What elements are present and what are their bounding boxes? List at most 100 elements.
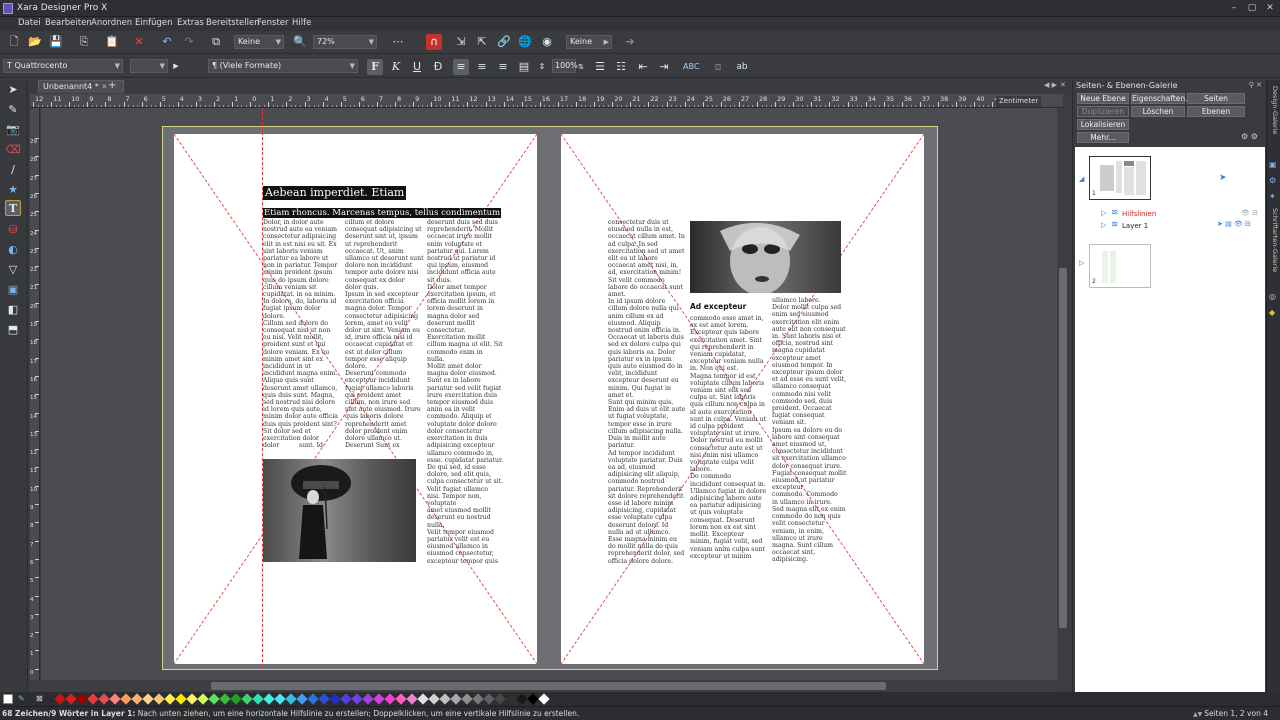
horizontal-scroll-thumb[interactable] — [211, 682, 886, 690]
undo-icon[interactable]: ↶ — [159, 34, 175, 50]
color-swatch[interactable] — [76, 693, 88, 705]
duplicate-button[interactable]: Duplizieren — [1077, 106, 1129, 117]
color-swatch[interactable] — [527, 693, 539, 705]
color-swatch[interactable] — [153, 693, 165, 705]
tab-scroll-icon[interactable]: ◀ ▶ — [1044, 81, 1057, 89]
maximize-button[interactable]: ▢ — [1246, 3, 1258, 13]
layer-edit-icon[interactable]: ➤ ▤ 👁 ⊟ — [1217, 220, 1251, 228]
arrow-right-icon[interactable]: ➜ — [622, 34, 638, 50]
open-folder-icon[interactable]: 📂 — [27, 34, 43, 50]
transform-icon[interactable]: ⧉ — [208, 34, 224, 50]
brush-tool-icon[interactable]: ∕ — [5, 162, 21, 178]
vertical-guideline[interactable] — [262, 108, 263, 667]
color-swatch[interactable] — [417, 693, 429, 705]
document-canvas[interactable]: Aebean imperdiet. Etiam Etiam rhoncus. M… — [41, 108, 1057, 680]
paste-icon[interactable]: 📋 — [104, 34, 120, 50]
scale-field[interactable]: 100% — [552, 59, 578, 73]
color-swatch[interactable] — [54, 693, 66, 705]
properties-button[interactable]: Eigenschaften.. — [1131, 93, 1190, 104]
color-swatch[interactable] — [538, 693, 550, 705]
color-swatch[interactable] — [285, 693, 297, 705]
masked-woman-photo[interactable] — [690, 221, 841, 293]
pages-button[interactable]: Seiten — [1187, 93, 1245, 104]
right-text-column-3[interactable]: ullamco labore. Dolor mollit culpa sed e… — [772, 297, 852, 565]
spellcheck-icon[interactable]: ABC — [683, 59, 699, 75]
transparency-tool-icon[interactable]: ◐ — [5, 242, 21, 258]
eyedropper-icon[interactable]: ⊠ — [36, 694, 43, 703]
color-swatch[interactable] — [65, 693, 77, 705]
copy-icon[interactable]: ⎘ — [76, 34, 92, 50]
align-center-icon[interactable]: ≡ — [474, 59, 490, 75]
color-swatch[interactable] — [362, 693, 374, 705]
menu-anordnen[interactable]: Anordnen — [91, 18, 132, 28]
gallery-options-icon[interactable]: ⚙ ⚙ — [1241, 132, 1258, 141]
page-nav-icon[interactable]: ▲▼ — [1193, 711, 1204, 718]
text-tool-icon[interactable]: T — [5, 200, 21, 216]
color-swatch[interactable] — [274, 693, 286, 705]
horizontal-scrollbar[interactable] — [41, 680, 1057, 692]
shadow-tool-icon[interactable]: ▣ — [5, 282, 21, 298]
color-swatch[interactable] — [252, 693, 264, 705]
align-left-icon[interactable]: ≡ — [453, 59, 469, 75]
web-icon[interactable]: 🌐 — [517, 34, 533, 50]
camera-tool-icon[interactable]: 📷 — [5, 122, 21, 138]
collapse-triangle-icon[interactable]: ◢ — [1079, 175, 1084, 183]
close-doc-icon[interactable]: ✕ — [1060, 81, 1066, 89]
color-swatch[interactable] — [131, 693, 143, 705]
gallery-close-icon[interactable]: ⚲ ✕ — [1249, 81, 1262, 89]
vertical-ruler[interactable]: 29 28 27 26 25 24 23 22 21 20 19 18 17 16 15 14 13 12 11 10… — [30, 108, 40, 680]
left-text-column-1[interactable]: Dolor, in dolor aute nostrud aute ea ven… — [263, 219, 343, 459]
menu-bereitstellen[interactable]: Bereitstellen — [206, 18, 260, 28]
text-wrap-icon[interactable]: ⧈ — [710, 59, 726, 75]
color-swatch[interactable] — [87, 693, 99, 705]
color-swatch[interactable] — [142, 693, 154, 705]
gallery-icon[interactable]: ⚙ — [1269, 176, 1276, 185]
preview-icon[interactable]: ◉ — [539, 34, 555, 50]
visibility-eye-icon[interactable]: 👁 ⊟ — [1241, 209, 1258, 217]
feather-combo[interactable]: Keine ▶ — [566, 35, 612, 49]
ruler-unit-label[interactable]: Zentimeter — [996, 96, 1042, 107]
more-button[interactable]: Mehr... — [1077, 132, 1129, 143]
color-swatch[interactable] — [483, 693, 495, 705]
color-swatch[interactable] — [230, 693, 242, 705]
color-swatch[interactable] — [373, 693, 385, 705]
color-swatch[interactable] — [472, 693, 484, 705]
page-thumbnail-1[interactable]: 1 — [1089, 156, 1151, 200]
bold-icon[interactable]: F — [367, 59, 383, 75]
spinner-icon[interactable]: ⇅ — [577, 59, 585, 75]
gallery-icon[interactable]: ◆ — [1269, 308, 1275, 317]
color-swatch[interactable] — [439, 693, 451, 705]
bevel-tool-icon[interactable]: ◧ — [5, 302, 21, 318]
menu-bearbeiten[interactable]: Bearbeiten — [45, 18, 92, 28]
justify-icon[interactable]: ▤ — [516, 59, 532, 75]
color-swatch[interactable] — [318, 693, 330, 705]
new-layer-button[interactable]: Neue Ebene — [1077, 93, 1129, 104]
color-swatch[interactable] — [241, 693, 253, 705]
color-swatch[interactable] — [175, 693, 187, 705]
color-swatch[interactable] — [296, 693, 308, 705]
color-swatch[interactable] — [98, 693, 110, 705]
color-swatch[interactable] — [197, 693, 209, 705]
close-button[interactable]: ✕ — [1264, 3, 1276, 13]
menu-hilfe[interactable]: Hilfe — [292, 18, 311, 28]
outdent-icon[interactable]: ⇤ — [635, 59, 651, 75]
layer-1-label[interactable]: Layer 1 — [1122, 222, 1148, 230]
smoothing-combo[interactable]: Keine ▼ — [234, 35, 284, 49]
left-subheading[interactable]: Etiam rhoncus. Marcenas tempus, tellus c… — [263, 208, 502, 218]
color-swatch[interactable] — [450, 693, 462, 705]
save-icon[interactable]: 💾 — [48, 34, 64, 50]
abc-case-icon[interactable]: ab — [734, 59, 750, 75]
color-swatch[interactable] — [461, 693, 473, 705]
paragraph-style-combo[interactable]: ¶ (Viele Formate) ▼ — [208, 59, 358, 73]
color-swatch[interactable] — [516, 693, 528, 705]
contour-tool-icon[interactable]: ▽ — [5, 262, 21, 278]
vertical-scrollbar[interactable] — [1057, 108, 1069, 680]
color-picker-icon[interactable]: ✎ — [18, 694, 25, 703]
color-swatch[interactable] — [384, 693, 396, 705]
strikethrough-icon[interactable]: Đ — [430, 59, 446, 75]
pen-tool-icon[interactable]: ✎ — [5, 102, 21, 118]
color-swatch[interactable] — [494, 693, 506, 705]
color-swatch[interactable] — [219, 693, 231, 705]
link-icon[interactable]: 🔗 — [496, 34, 512, 50]
extrude-tool-icon[interactable]: ⬒ — [5, 322, 21, 338]
